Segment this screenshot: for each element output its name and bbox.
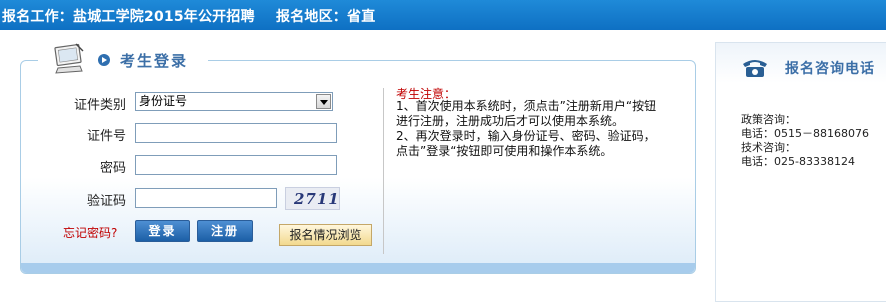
notice-line: 1、首次使用本系统时，须点击”注册新用户“按钮 bbox=[396, 99, 657, 113]
panel-bottom-strip bbox=[21, 263, 695, 273]
notice-line: 进行注册，注册成功后才可以使用本系统。 bbox=[396, 114, 625, 128]
job-title: 报名工作：盐城工学院2015年公开招聘 bbox=[2, 9, 255, 25]
register-button[interactable]: 注册 bbox=[197, 220, 253, 242]
contact-panel bbox=[715, 42, 886, 302]
captcha-text: 2711 bbox=[294, 190, 340, 208]
forgot-password-link[interactable]: 忘记密码? bbox=[63, 224, 117, 241]
chevron-down-icon[interactable] bbox=[316, 94, 331, 109]
region-label: 报名地区：省直 bbox=[276, 9, 376, 25]
id-type-label: 证件类别 bbox=[73, 98, 126, 113]
login-button[interactable]: 登录 bbox=[135, 220, 190, 242]
notice-line: 点击”登录“按钮即可使用和操作本系统。 bbox=[396, 144, 613, 158]
monitor-icon bbox=[54, 43, 84, 74]
id-type-select[interactable]: 身份证号 bbox=[135, 92, 333, 111]
telephone-icon bbox=[743, 60, 767, 77]
captcha-label: 验证码 bbox=[86, 194, 126, 209]
id-number-input[interactable] bbox=[135, 123, 337, 143]
arrow-bullet-icon bbox=[98, 54, 110, 66]
vertical-divider bbox=[383, 88, 384, 254]
notice-line: 2、再次登录时，输入身份证号、密码、验证码， bbox=[396, 129, 656, 143]
password-label: 密码 bbox=[99, 161, 126, 176]
captcha-input[interactable] bbox=[135, 188, 277, 208]
id-number-label: 证件号 bbox=[86, 129, 126, 144]
browse-status-button[interactable]: 报名情况浏览 bbox=[279, 224, 372, 246]
captcha-image[interactable]: 2711 bbox=[285, 187, 340, 210]
tech-phone: 电话：025-83338124 bbox=[741, 155, 855, 168]
top-banner: 报名工作：盐城工学院2015年公开招聘 报名地区：省直 bbox=[0, 0, 886, 30]
id-type-selected: 身份证号 bbox=[139, 94, 188, 108]
contact-title: 报名咨询电话 bbox=[785, 61, 875, 77]
password-input[interactable] bbox=[135, 155, 337, 175]
login-title: 考生登录 bbox=[120, 52, 189, 70]
